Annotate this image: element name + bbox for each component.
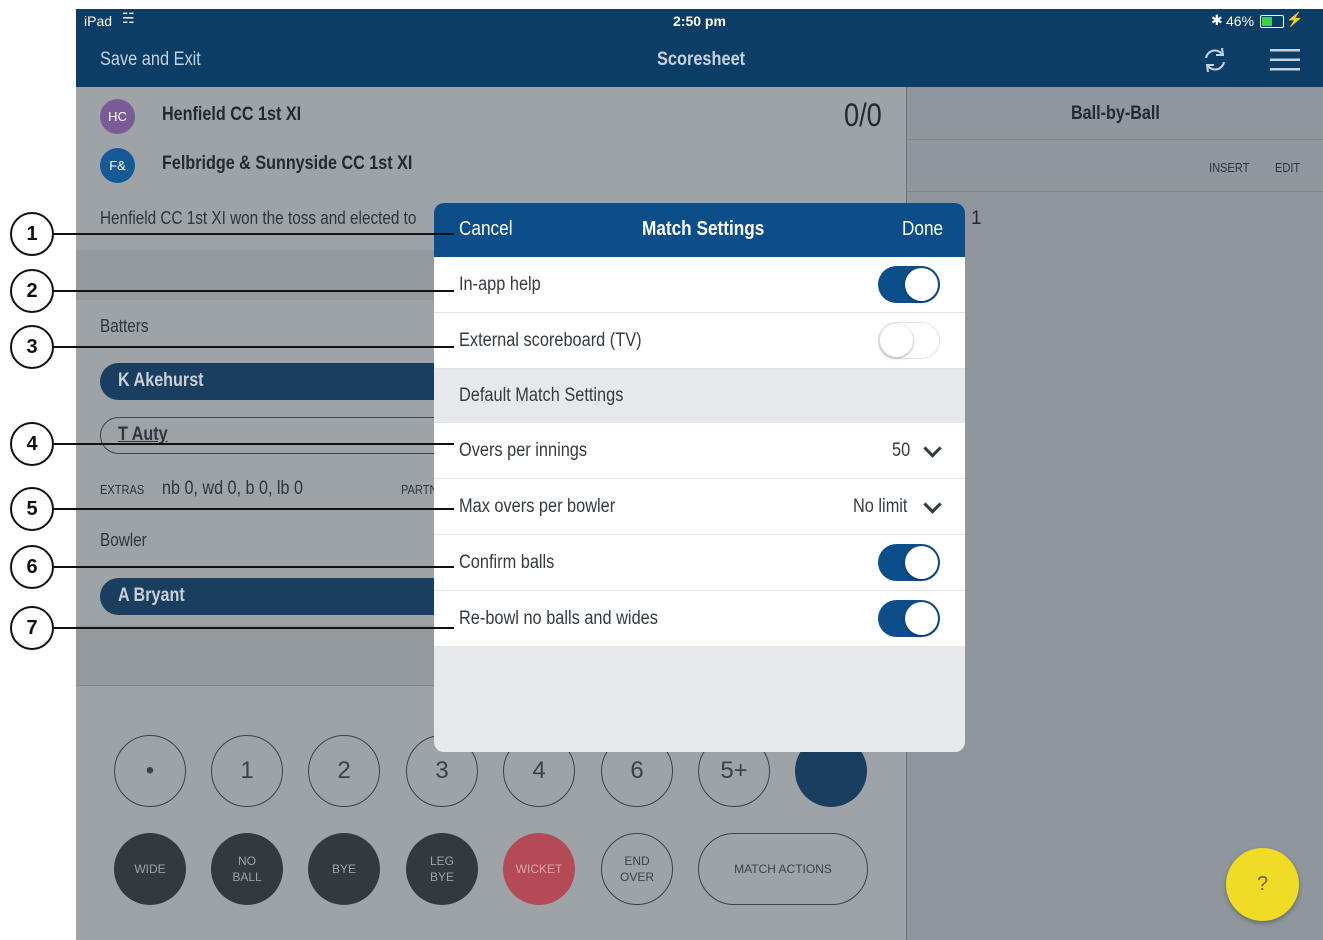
callout-leader-4 (54, 443, 454, 445)
charging-icon: ⚡ (1286, 11, 1304, 27)
callout-3: 3 (10, 325, 54, 369)
save-exit-button[interactable]: Save and Exit (100, 49, 201, 71)
run-2-button[interactable]: 2 (308, 735, 380, 807)
divider (907, 139, 1323, 140)
max-overs-value: No limit (853, 496, 908, 517)
callout-leader-1 (54, 233, 454, 235)
no-ball-button[interactable]: NO BALL (211, 833, 283, 905)
modal-title: Match Settings (642, 218, 765, 240)
section-title: Default Match Settings (459, 385, 624, 406)
callout-6: 6 (10, 545, 54, 589)
team-badge-home: HC (100, 99, 135, 134)
setting-row-confirm-balls: Confirm balls (434, 535, 965, 591)
leg-bye-line1: LEG (429, 854, 454, 868)
over-number: 1 (971, 208, 982, 229)
batters-label: Batters (100, 316, 149, 336)
battery-percent: 46% (1226, 13, 1255, 29)
wide-button[interactable]: WIDE (114, 833, 186, 905)
setting-row-rebowl: Re-bowl no balls and wides (434, 591, 965, 646)
team-name-away: Felbridge & Sunnyside CC 1st XI (162, 153, 413, 174)
done-button[interactable]: Done (902, 218, 943, 241)
callout-leader-2 (54, 290, 454, 292)
status-time: 2:50 pm (673, 13, 726, 29)
bowler-name: A Bryant (118, 585, 185, 606)
run-1-button[interactable]: 1 (211, 735, 283, 807)
external-scoreboard-toggle[interactable] (878, 322, 940, 359)
bluetooth-icon: ✱ (1211, 12, 1223, 28)
extras-value: nb 0, wd 0, b 0, lb 0 (162, 478, 303, 499)
confirm-balls-toggle[interactable] (878, 544, 940, 581)
wicket-button[interactable]: WICKET (503, 833, 575, 905)
bye-button[interactable]: BYE (308, 833, 380, 905)
setting-row-max-overs-per-bowler[interactable]: Max overs per bowler No limit (434, 479, 965, 535)
callout-2: 2 (10, 269, 54, 313)
modal-header: Cancel Match Settings Done (434, 203, 965, 257)
toggle-knob (905, 268, 938, 301)
max-overs-label: Max overs per bowler (459, 496, 616, 517)
dot-ball-button[interactable]: • (114, 735, 186, 807)
toggle-knob (880, 323, 913, 357)
callout-leader-6 (54, 566, 454, 568)
battery-icon (1260, 15, 1284, 28)
setting-row-external-scoreboard: External scoreboard (TV) (434, 313, 965, 369)
external-scoreboard-label: External scoreboard (TV) (459, 330, 642, 351)
extras-label: EXTRAS (100, 482, 145, 497)
confirm-balls-label: Confirm balls (459, 552, 555, 573)
end-over-button[interactable]: END OVER (601, 833, 673, 905)
overs-per-innings-label: Overs per innings (459, 440, 588, 461)
wifi-icon: ☵ (122, 10, 135, 26)
in-app-help-label: In-app help (459, 274, 541, 295)
callout-5: 5 (10, 487, 54, 531)
toggle-knob (905, 602, 938, 635)
menu-icon[interactable] (1270, 49, 1300, 71)
callout-7: 7 (10, 606, 54, 650)
ball-by-ball-title: Ball-by-Ball (1071, 103, 1160, 124)
partnership-label: PARTN (401, 482, 438, 497)
in-app-help-toggle[interactable] (878, 266, 940, 303)
bowler-label: Bowler (100, 530, 147, 550)
score: 0/0 (844, 97, 882, 133)
help-button[interactable]: ? (1226, 848, 1299, 921)
nav-bar: Save and Exit Scoresheet (76, 33, 1323, 87)
callout-leader-3 (54, 346, 454, 348)
callout-leader-5 (54, 508, 454, 510)
callout-1: 1 (10, 212, 54, 256)
rebowl-toggle[interactable] (878, 600, 940, 637)
no-ball-line1: NO (238, 854, 256, 868)
setting-row-in-app-help: In-app help (434, 257, 965, 313)
rebowl-label: Re-bowl no balls and wides (459, 608, 658, 629)
device-label: iPad (84, 13, 113, 29)
toss-text: Henfield CC 1st XI won the toss and elec… (100, 208, 417, 228)
section-header: Default Match Settings (434, 369, 965, 422)
match-actions-button[interactable]: MATCH ACTIONS (698, 833, 868, 905)
cancel-button[interactable]: Cancel (459, 218, 513, 241)
overs-per-innings-value: 50 (892, 440, 911, 461)
divider (907, 191, 1323, 192)
callout-leader-7 (54, 627, 454, 629)
callout-4: 4 (10, 422, 54, 466)
end-over-line1: END (624, 854, 650, 868)
match-settings-modal: Cancel Match Settings Done In-app help E… (434, 203, 965, 752)
sync-icon[interactable] (1200, 45, 1230, 75)
toggle-knob (905, 546, 938, 579)
team-name-home: Henfield CC 1st XI (162, 104, 302, 125)
nav-title: Scoresheet (657, 49, 746, 70)
team-badge-away: F& (100, 148, 135, 183)
ball-by-ball-pane: Ball-by-Ball INSERT EDIT 1 ? (906, 87, 1323, 940)
status-bar: iPad ☵ 2:50 pm ✱ 46% ⚡ (76, 9, 1323, 33)
setting-row-overs-per-innings[interactable]: Overs per innings 50 (434, 423, 965, 479)
end-over-line2: OVER (619, 870, 654, 884)
leg-bye-line2: BYE (429, 870, 454, 884)
insert-button[interactable]: INSERT (1209, 160, 1249, 175)
leg-bye-button[interactable]: LEG BYE (406, 833, 478, 905)
chevron-down-icon (923, 439, 942, 458)
edit-button[interactable]: EDIT (1275, 160, 1300, 175)
striker-name: K Akehurst (118, 370, 204, 391)
no-ball-line2: BALL (232, 870, 262, 884)
chevron-down-icon (923, 495, 942, 514)
